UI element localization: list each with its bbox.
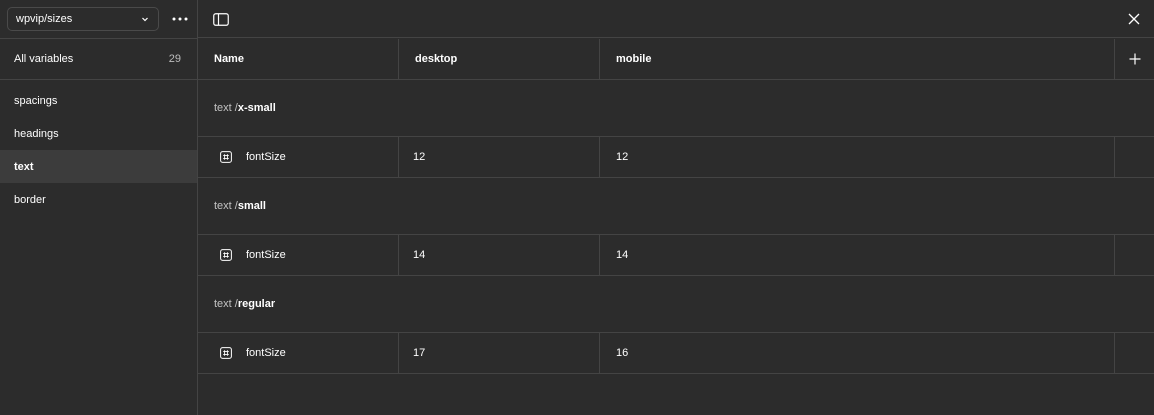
variable-name-cell[interactable]: fontSize — [198, 137, 399, 177]
group-name: regular — [237, 298, 276, 310]
close-icon[interactable] — [1126, 11, 1142, 27]
sidebar-item-text[interactable]: text — [0, 150, 197, 183]
group-header: text / x-small — [198, 80, 1154, 137]
variable-name-cell[interactable]: fontSize — [198, 333, 399, 373]
toolbar — [198, 0, 1154, 38]
row-spacer — [1115, 333, 1154, 373]
table-header: Name desktop mobile — [198, 39, 1154, 80]
group-name: x-small — [237, 102, 276, 114]
all-variables-label: All variables — [14, 53, 74, 65]
column-header-mobile[interactable]: mobile — [600, 39, 1115, 79]
group-header: text / regular — [198, 276, 1154, 333]
desktop-value[interactable]: 17 — [399, 333, 600, 373]
group-path-prefix: text / — [214, 102, 238, 114]
group-list: spacings headings text border — [0, 84, 197, 216]
sidebar-toggle-icon[interactable] — [212, 11, 230, 27]
group-path-prefix: text / — [214, 298, 238, 310]
add-mode-icon[interactable] — [1115, 39, 1154, 79]
collection-dropdown[interactable]: wpvip/sizes — [7, 7, 159, 31]
table-row[interactable]: fontSize 17 16 — [198, 333, 1154, 374]
table-row[interactable]: fontSize 12 12 — [198, 137, 1154, 178]
table-row[interactable]: fontSize 14 14 — [198, 235, 1154, 276]
number-icon — [220, 347, 232, 359]
variable-name: fontSize — [246, 249, 286, 261]
more-options-icon[interactable] — [167, 7, 193, 31]
variable-name: fontSize — [246, 151, 286, 163]
desktop-value[interactable]: 12 — [399, 137, 600, 177]
row-spacer — [1115, 137, 1154, 177]
sidebar: wpvip/sizes All variables 29 spacings he… — [0, 0, 198, 415]
chevron-down-icon — [140, 14, 150, 24]
row-spacer — [1115, 235, 1154, 275]
group-header: text / small — [198, 178, 1154, 235]
sidebar-item-border[interactable]: border — [0, 183, 197, 216]
sidebar-item-headings[interactable]: headings — [0, 117, 197, 150]
all-variables-count: 29 — [168, 53, 181, 65]
number-icon — [220, 249, 232, 261]
number-icon — [220, 151, 232, 163]
sidebar-item-spacings[interactable]: spacings — [0, 84, 197, 117]
group-name: small — [237, 200, 266, 212]
variables-table-panel: Name desktop mobile text / x-small fontS… — [198, 0, 1154, 415]
group-path-prefix: text / — [214, 200, 238, 212]
variable-name: fontSize — [246, 347, 286, 359]
desktop-value[interactable]: 14 — [399, 235, 600, 275]
collection-name: wpvip/sizes — [16, 13, 73, 25]
column-header-name[interactable]: Name — [198, 39, 399, 79]
column-header-desktop[interactable]: desktop — [399, 39, 600, 79]
mobile-value[interactable]: 16 — [600, 333, 1115, 373]
mobile-value[interactable]: 12 — [600, 137, 1115, 177]
variable-name-cell[interactable]: fontSize — [198, 235, 399, 275]
all-variables-item[interactable]: All variables 29 — [0, 39, 197, 80]
mobile-value[interactable]: 14 — [600, 235, 1115, 275]
